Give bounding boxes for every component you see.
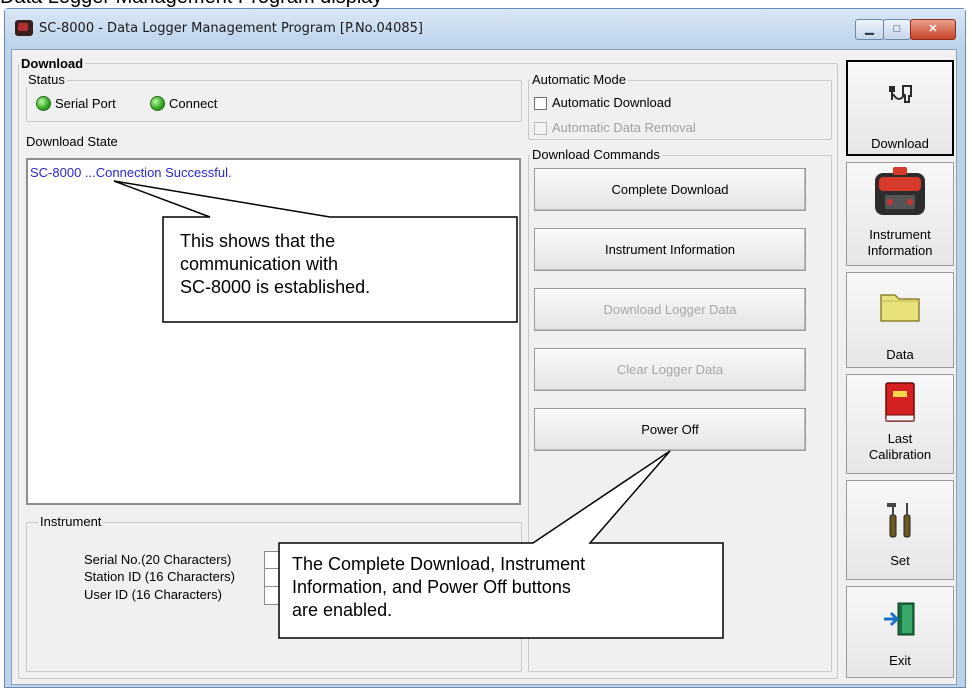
callout-bottom-text: The Complete Download, Instrument Inform… — [292, 554, 586, 620]
callout-top-text: This shows that the communication with S… — [180, 231, 371, 297]
